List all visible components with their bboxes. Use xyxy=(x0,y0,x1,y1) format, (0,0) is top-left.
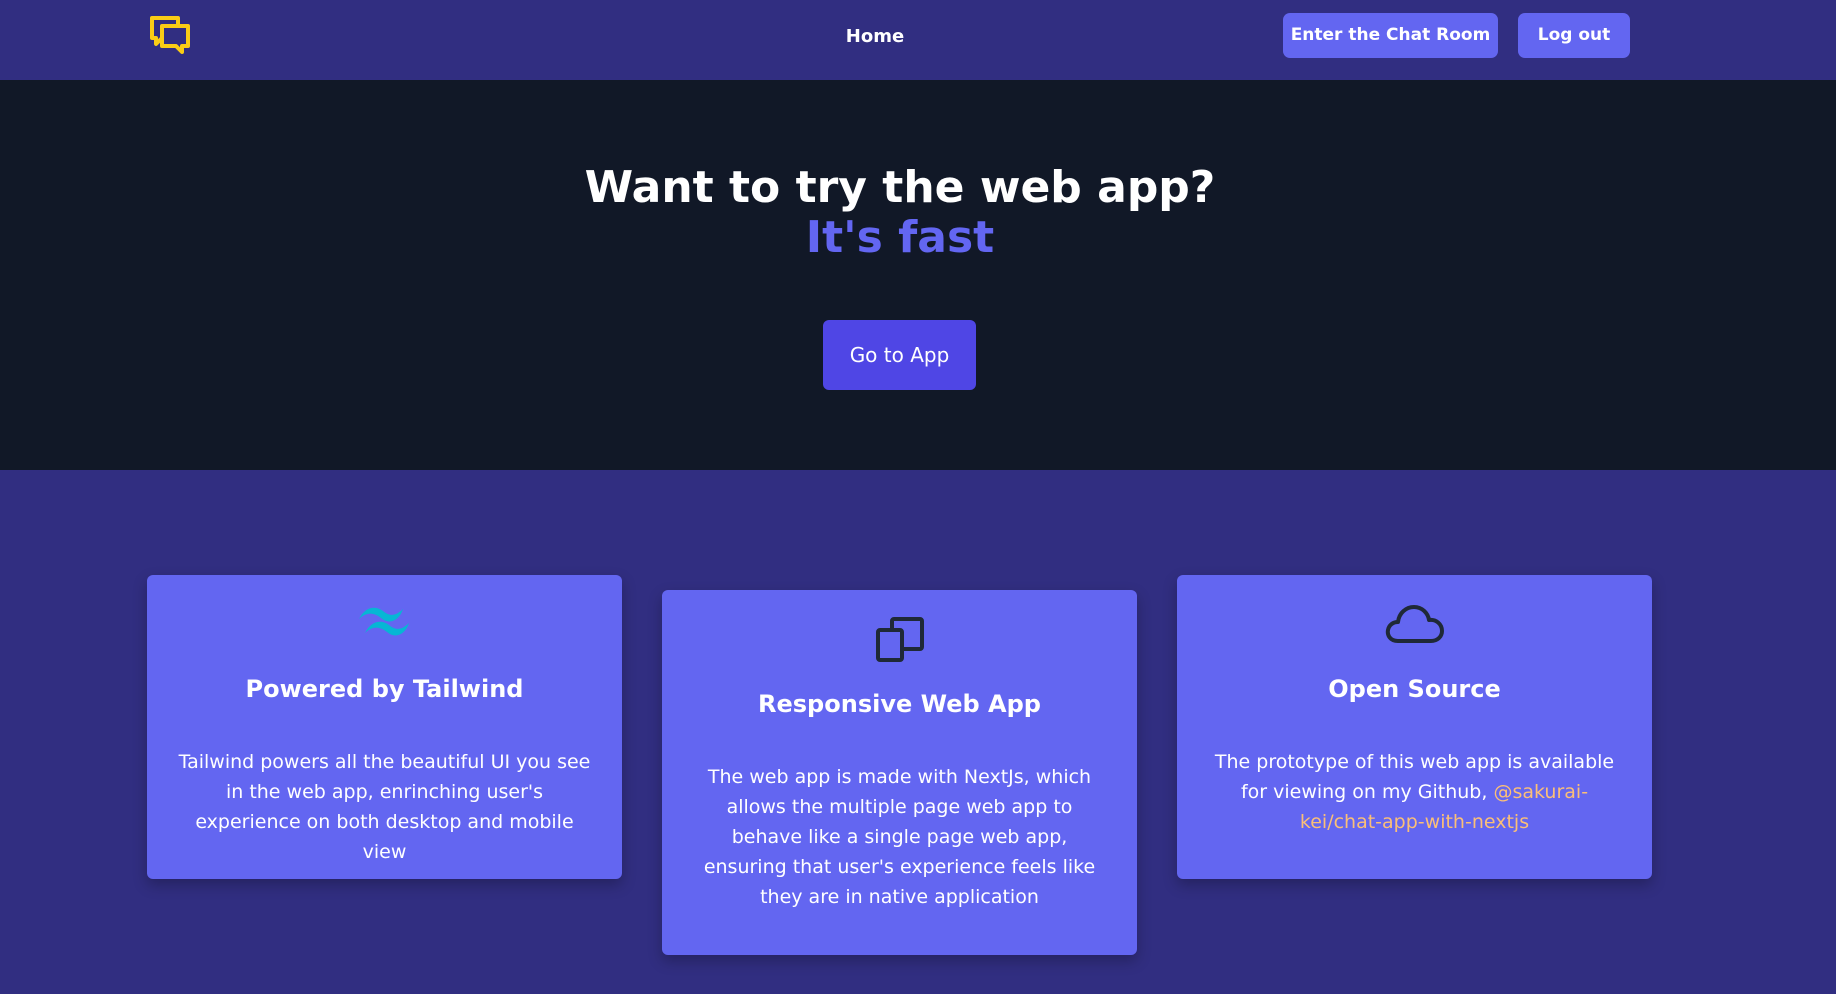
navbar: Home Enter the Chat Room Log out xyxy=(0,0,1836,80)
hero-title: Want to try the web app? xyxy=(584,162,1216,213)
log-out-button[interactable]: Log out xyxy=(1518,13,1630,58)
feature-description: Tailwind powers all the beautiful UI you… xyxy=(178,751,591,863)
chat-bubbles-icon[interactable] xyxy=(148,14,192,56)
feature-description: The prototype of this web app is availab… xyxy=(1207,747,1622,837)
hero-subtitle: It's fast xyxy=(805,212,995,263)
feature-title: Powered by Tailwind xyxy=(245,675,524,703)
feature-card-tailwind: Powered by Tailwind Tailwind powers all … xyxy=(147,575,622,879)
features-section: Powered by Tailwind Tailwind powers all … xyxy=(0,470,1836,994)
devices-icon xyxy=(875,616,925,666)
tailwind-logo-icon xyxy=(357,603,413,643)
cloud-icon xyxy=(1384,603,1446,649)
enter-chat-room-button[interactable]: Enter the Chat Room xyxy=(1283,13,1498,58)
hero-section: Want to try the web app? It's fast Go to… xyxy=(0,80,1836,470)
nav-home-link[interactable]: Home xyxy=(800,22,950,52)
go-to-app-button[interactable]: Go to App xyxy=(823,320,976,390)
feature-card-open-source: Open Source The prototype of this web ap… xyxy=(1177,575,1652,879)
feature-title: Open Source xyxy=(1328,675,1501,703)
feature-title: Responsive Web App xyxy=(758,690,1041,718)
feature-description: The web app is made with NextJs, which a… xyxy=(703,766,1096,908)
feature-card-responsive: Responsive Web App The web app is made w… xyxy=(662,590,1137,955)
